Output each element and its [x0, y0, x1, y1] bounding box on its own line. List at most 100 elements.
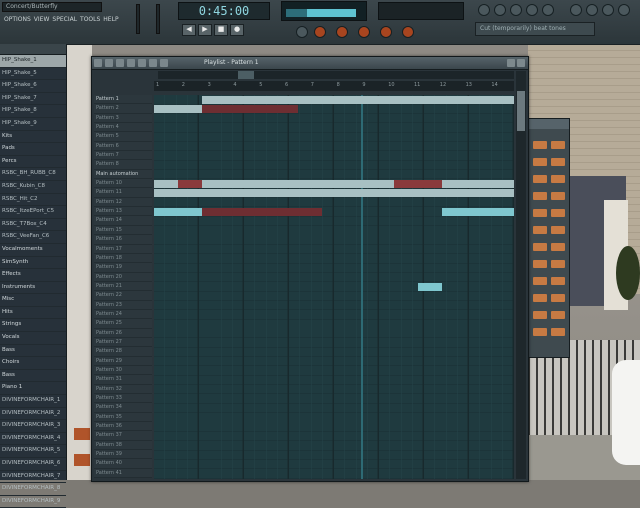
tool-knob-6[interactable]	[570, 4, 582, 16]
playlist-track-name[interactable]: Pattern 1	[94, 95, 152, 105]
pattern-clip[interactable]	[202, 207, 322, 216]
channel-select-button[interactable]	[551, 158, 565, 166]
browser-item[interactable]: HIP_Shake_5	[0, 68, 66, 81]
tool-knob-5[interactable]	[542, 4, 554, 16]
playlist-track-name[interactable]: Pattern 19	[94, 263, 152, 273]
playlist-track-name[interactable]: Pattern 17	[94, 244, 152, 254]
playlist-track-name[interactable]: Pattern 36	[94, 422, 152, 432]
playlist-track-name[interactable]: Pattern 39	[94, 450, 152, 460]
browser-item[interactable]: Misc	[0, 294, 66, 307]
channel-mute-button[interactable]	[533, 209, 547, 217]
master-pitch-slider[interactable]	[156, 4, 160, 34]
playlist-track-name[interactable]: Pattern 23	[94, 300, 152, 310]
browser-item[interactable]: RSBC_T7Box_C4	[0, 219, 66, 232]
close-icon[interactable]	[517, 59, 525, 67]
pattern-clip[interactable]	[154, 104, 202, 113]
step-sequencer-header[interactable]	[529, 119, 569, 129]
browser-item[interactable]: DIVINEFORMCHAIR_6	[0, 458, 66, 471]
channel-select-button[interactable]	[551, 141, 565, 149]
playlist-track-name[interactable]: Pattern 7	[94, 151, 152, 161]
playlist-track-name[interactable]: Pattern 8	[94, 160, 152, 170]
pattern-clip[interactable]	[154, 179, 178, 188]
menu-item-options[interactable]: OPTIONS	[4, 16, 31, 25]
browser-item[interactable]: Bass	[0, 345, 66, 358]
browser-item[interactable]: DIVINEFORMCHAIR_2	[0, 408, 66, 421]
browser-item[interactable]: RSBC_ItzeEPort_C5	[0, 206, 66, 219]
play-button[interactable]: ▶	[198, 24, 212, 36]
tempo-knob[interactable]	[296, 26, 308, 38]
channel-select-button[interactable]	[551, 175, 565, 183]
channel-mute-button[interactable]	[533, 226, 547, 234]
channel-mute-button[interactable]	[533, 175, 547, 183]
browser-item[interactable]: Instruments	[0, 282, 66, 295]
playlist-track-name[interactable]: Pattern 28	[94, 347, 152, 357]
pattern-clip[interactable]	[202, 95, 514, 104]
browser-item[interactable]: HIP_Shake_7	[0, 93, 66, 106]
browser-item[interactable]: Percs	[0, 156, 66, 169]
playlist-track-name[interactable]: Pattern 5	[94, 132, 152, 142]
browser-item[interactable]: RSBC_Hit_C2	[0, 194, 66, 207]
pattern-clip[interactable]	[442, 207, 514, 216]
channel-select-button[interactable]	[551, 192, 565, 200]
browser-item[interactable]: Effects	[0, 269, 66, 282]
browser-item[interactable]: Bass	[0, 370, 66, 383]
playlist-track-name[interactable]: Pattern 10	[94, 179, 152, 189]
playlist-overview-scrollbar[interactable]	[158, 71, 514, 79]
playlist-grid[interactable]	[154, 95, 514, 479]
playlist-track-name[interactable]: Pattern 35	[94, 412, 152, 423]
channel-mute-button[interactable]	[533, 158, 547, 166]
tool-knob-9[interactable]	[618, 4, 630, 16]
playlist-track-name[interactable]: Pattern 11	[94, 188, 152, 198]
playlist-track-name[interactable]: Pattern 26	[94, 328, 152, 338]
browser-item[interactable]: Hits	[0, 307, 66, 320]
pattern-clip[interactable]	[418, 282, 442, 291]
playlist-track-name[interactable]: Pattern 34	[94, 403, 152, 413]
channel-select-button[interactable]	[551, 226, 565, 234]
playlist-track-name[interactable]: Pattern 4	[94, 123, 152, 133]
playlist-track-name[interactable]: Pattern 24	[94, 309, 152, 320]
browser-item[interactable]: RSBC_Kubin_C8	[0, 181, 66, 194]
pattern-clip[interactable]	[154, 189, 514, 198]
pattern-clip[interactable]	[394, 179, 442, 188]
browser-item[interactable]: DIVINEFORMCHAIR_5	[0, 445, 66, 458]
playlist-track-name[interactable]: Pattern 6	[94, 141, 152, 152]
channel-mute-button[interactable]	[533, 277, 547, 285]
mute-tool-icon[interactable]	[127, 59, 135, 67]
pattern-knob-3[interactable]	[358, 26, 370, 38]
mixer-button-1[interactable]	[74, 428, 90, 440]
pattern-knob-2[interactable]	[336, 26, 348, 38]
channel-select-button[interactable]	[551, 311, 565, 319]
stop-button[interactable]: ■	[214, 24, 228, 36]
playlist-track-name[interactable]: Pattern 27	[94, 337, 152, 348]
browser-item[interactable]: HIP_Shake_1	[0, 55, 66, 68]
channel-select-button[interactable]	[551, 243, 565, 251]
menu-item-tools[interactable]: TOOLS	[80, 16, 100, 25]
playlist-track-name[interactable]: Pattern 33	[94, 394, 152, 404]
delete-tool-icon[interactable]	[116, 59, 124, 67]
pattern-knob-1[interactable]	[314, 26, 326, 38]
draw-tool-icon[interactable]	[94, 59, 102, 67]
playlist-track-name[interactable]: Pattern 25	[94, 319, 152, 329]
playlist-vertical-scrollbar[interactable]	[516, 71, 526, 479]
playlist-track-name[interactable]: Pattern 37	[94, 431, 152, 441]
tool-knob-2[interactable]	[494, 4, 506, 16]
channel-mute-button[interactable]	[533, 294, 547, 302]
browser-item[interactable]: Choirs	[0, 357, 66, 370]
browser-item[interactable]: DIVINEFORMCHAIR_7	[0, 471, 66, 484]
channel-select-button[interactable]	[551, 294, 565, 302]
pattern-knob-4[interactable]	[380, 26, 392, 38]
mixer-button-2[interactable]	[74, 454, 90, 466]
browser-item[interactable]: RSBC_BH_RUBB_C8	[0, 168, 66, 181]
playlist-track-name[interactable]: Pattern 40	[94, 459, 152, 469]
playlist-ruler[interactable]: 1 2 3 4 5 6 7 8 9 10 11 12 13 14	[154, 81, 514, 91]
browser-item[interactable]: DIVINEFORMCHAIR_9	[0, 496, 66, 508]
playlist-track-name[interactable]: Pattern 30	[94, 365, 152, 376]
tool-knob-4[interactable]	[526, 4, 538, 16]
browser-item[interactable]: Kits	[0, 131, 66, 144]
playlist-track-name[interactable]: Pattern 2	[94, 104, 152, 114]
pattern-clip[interactable]	[178, 179, 202, 188]
playlist-track-name[interactable]: Pattern 38	[94, 440, 152, 451]
select-tool-icon[interactable]	[149, 59, 157, 67]
channel-select-button[interactable]	[551, 260, 565, 268]
pattern-knob-5[interactable]	[402, 26, 414, 38]
